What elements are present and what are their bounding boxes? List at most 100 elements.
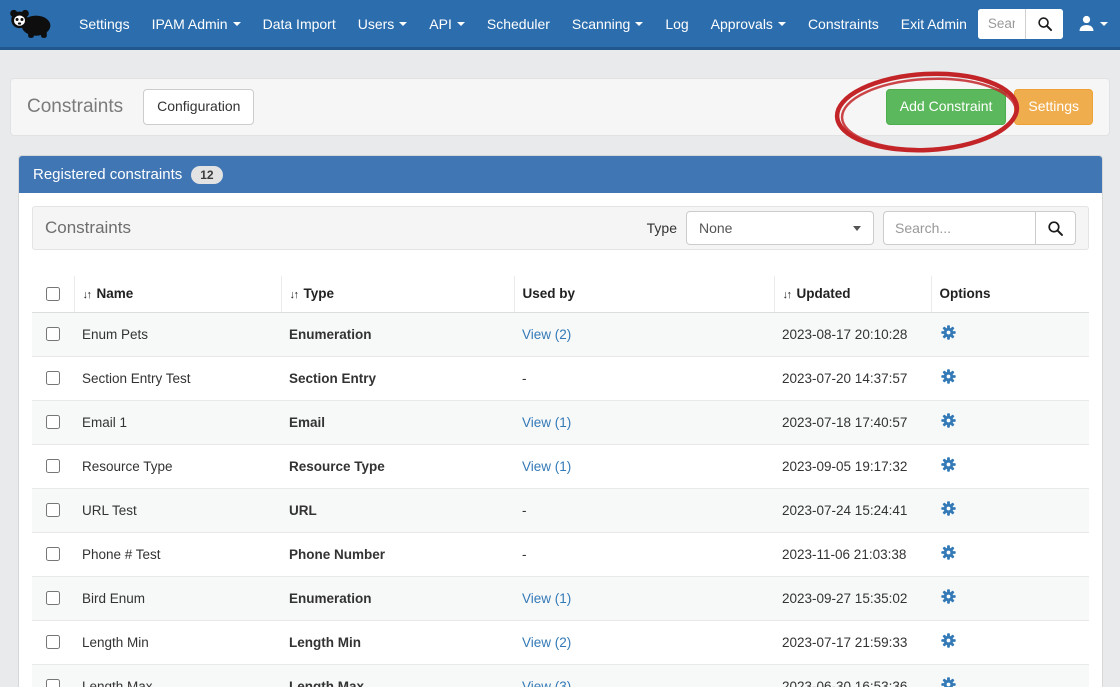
constraint-type: Length Max [281, 665, 514, 687]
nav-item[interactable]: IPAM Admin [141, 10, 252, 38]
constraint-name: URL Test [74, 489, 281, 533]
nav-item[interactable]: Scanning [561, 10, 654, 38]
table-search-button[interactable] [1035, 211, 1076, 245]
row-checkbox[interactable] [46, 503, 60, 517]
nav-item[interactable]: Approvals [700, 10, 797, 38]
nav-item[interactable]: Data Import [252, 10, 347, 38]
table-search-input[interactable] [883, 211, 1035, 245]
constraint-type: URL [281, 489, 514, 533]
gear-icon[interactable] [941, 545, 956, 560]
table-search-group [883, 211, 1076, 245]
nav-item-label: Scanning [572, 16, 630, 32]
header-settings-button[interactable]: Settings [1014, 89, 1093, 125]
column-header[interactable]: ↓↑ Name [74, 276, 281, 313]
updated-timestamp: 2023-07-17 21:59:33 [774, 621, 931, 665]
table-row: Resource Type Resource Type View (1) 202… [32, 445, 1089, 489]
updated-timestamp: 2023-09-27 15:35:02 [774, 577, 931, 621]
navbar-search-input[interactable] [978, 9, 1025, 39]
sort-icon[interactable]: ↓↑ [83, 289, 91, 301]
constraint-type: Length Min [281, 621, 514, 665]
used-by-empty: - [522, 547, 527, 562]
chevron-down-icon [853, 226, 861, 231]
chevron-down-icon [1100, 22, 1108, 26]
configuration-button[interactable]: Configuration [143, 89, 254, 125]
nav-item-label: Settings [79, 16, 130, 32]
count-badge: 12 [191, 166, 222, 184]
toolbar-controls: Type None [647, 211, 1076, 245]
constraint-type: Phone Number [281, 533, 514, 577]
nav-item[interactable]: API [418, 10, 476, 38]
navbar-search-group [978, 9, 1063, 39]
type-filter-select[interactable]: None [686, 211, 874, 245]
panel-title: Registered constraints [33, 166, 182, 183]
gear-icon[interactable] [941, 589, 956, 604]
table-row: Enum Pets Enumeration View (2) 2023-08-1… [32, 313, 1089, 357]
used-by-view-link[interactable]: View (2) [522, 635, 571, 650]
page-title: Constraints [27, 96, 123, 118]
updated-timestamp: 2023-06-30 16:53:36 [774, 665, 931, 687]
gear-icon[interactable] [941, 457, 956, 472]
chevron-down-icon [457, 22, 465, 26]
nav-item[interactable]: Settings [68, 10, 141, 38]
row-checkbox[interactable] [46, 635, 60, 649]
constraint-type: Enumeration [281, 313, 514, 357]
sort-icon[interactable]: ↓↑ [290, 289, 298, 301]
used-by-empty: - [522, 503, 527, 518]
nav-item-label: Log [665, 16, 688, 32]
column-header[interactable]: Used by [514, 276, 774, 313]
panel-body: Constraints Type None [19, 193, 1102, 687]
column-header-label: Options [940, 286, 991, 301]
column-header[interactable]: ↓↑ Updated [774, 276, 931, 313]
row-checkbox[interactable] [46, 591, 60, 605]
table-toolbar: Constraints Type None [32, 206, 1089, 250]
nav-item[interactable]: Users [347, 10, 419, 38]
column-header-label: Updated [797, 286, 851, 301]
gear-icon[interactable] [941, 325, 956, 340]
updated-timestamp: 2023-07-20 14:37:57 [774, 357, 931, 401]
table-header-row: ↓↑ Name ↓↑Type Used by ↓↑ Updated Options [32, 276, 1089, 313]
gear-icon[interactable] [941, 501, 956, 516]
navbar-search-button[interactable] [1025, 9, 1063, 39]
nav-item[interactable]: Exit Admin [890, 10, 978, 38]
gear-icon[interactable] [941, 413, 956, 428]
row-checkbox[interactable] [46, 415, 60, 429]
column-header[interactable]: ↓↑Type [281, 276, 514, 313]
sort-icon[interactable]: ↓↑ [783, 289, 791, 301]
panda-logo-icon [8, 7, 54, 40]
updated-timestamp: 2023-07-18 17:40:57 [774, 401, 931, 445]
gear-icon[interactable] [941, 369, 956, 384]
panda-logo[interactable] [8, 6, 54, 42]
chevron-down-icon [233, 22, 241, 26]
row-checkbox[interactable] [46, 547, 60, 561]
nav-item-label: Data Import [263, 16, 336, 32]
gear-icon[interactable] [941, 633, 956, 648]
constraint-type: Section Entry [281, 357, 514, 401]
used-by-view-link[interactable]: View (1) [522, 459, 571, 474]
nav-item[interactable]: Constraints [797, 10, 890, 38]
used-by-view-link[interactable]: View (3) [522, 679, 571, 687]
table-row: Length Max Length Max View (3) 2023-06-3… [32, 665, 1089, 687]
nav-item[interactable]: Scheduler [476, 10, 561, 38]
used-by-view-link[interactable]: View (2) [522, 327, 571, 342]
column-header[interactable]: Options [931, 276, 1089, 313]
column-header-label: Used by [523, 286, 576, 301]
column-header-label: Name [97, 286, 134, 301]
constraint-name: Length Max [74, 665, 281, 687]
used-by-view-link[interactable]: View (1) [522, 415, 571, 430]
row-checkbox[interactable] [46, 459, 60, 473]
add-constraint-button[interactable]: Add Constraint [886, 89, 1007, 125]
updated-timestamp: 2023-08-17 20:10:28 [774, 313, 931, 357]
gear-icon[interactable] [941, 677, 956, 687]
row-checkbox[interactable] [46, 679, 60, 687]
search-icon [1047, 220, 1064, 237]
row-checkbox[interactable] [46, 327, 60, 341]
select-all-checkbox[interactable] [46, 287, 60, 301]
constraint-name: Enum Pets [74, 313, 281, 357]
page-header: Constraints Configuration Add Constraint… [10, 78, 1110, 136]
user-menu[interactable] [1077, 14, 1108, 33]
row-checkbox[interactable] [46, 371, 60, 385]
used-by-view-link[interactable]: View (1) [522, 591, 571, 606]
nav-menu: Settings IPAM Admin Data Import Users AP… [68, 10, 978, 38]
constraint-type: Email [281, 401, 514, 445]
nav-item[interactable]: Log [654, 10, 699, 38]
